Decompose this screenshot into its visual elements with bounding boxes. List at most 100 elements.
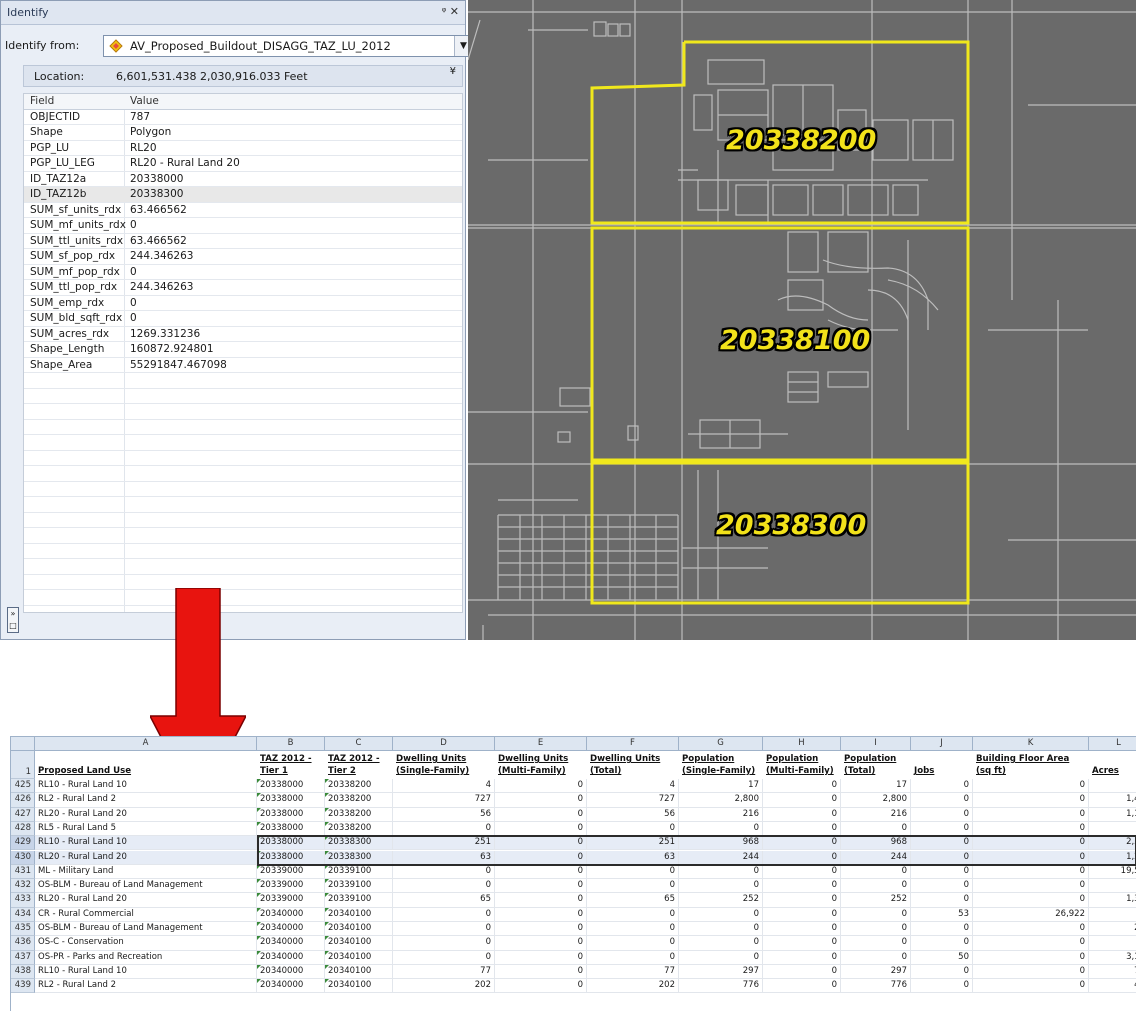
table-cell[interactable]: 20338200 — [325, 793, 393, 808]
table-cell[interactable]: 0 — [679, 922, 763, 937]
table-cell[interactable]: 0 — [495, 864, 587, 880]
column-header-e[interactable]: E — [495, 737, 587, 751]
table-cell[interactable]: 20338300 — [325, 836, 393, 851]
row-number[interactable]: 427 — [11, 807, 35, 822]
table-cell[interactable]: RL20 - Rural Land 20 — [35, 807, 257, 822]
table-cell[interactable]: OS-BLM - Bureau of Land Management — [35, 879, 257, 894]
table-cell[interactable]: 0 — [911, 893, 973, 908]
table-cell[interactable]: 0 — [841, 936, 911, 951]
attribute-row[interactable]: SUM_ttl_pop_rdx 244.346263 — [24, 280, 462, 296]
table-cell[interactable]: 0 — [841, 879, 911, 894]
table-cell[interactable]: RL2 - Rural Land 2 — [35, 979, 257, 994]
table-cell[interactable]: 0 — [495, 964, 587, 980]
table-cell[interactable]: OS-BLM - Bureau of Land Management — [35, 922, 257, 937]
table-cell[interactable]: 20340000 — [257, 936, 325, 951]
table-cell[interactable]: 0 — [495, 821, 587, 837]
table-cell[interactable] — [1089, 822, 1136, 837]
column-title-line2[interactable]: Jobs — [911, 766, 937, 777]
expand-panel-icon[interactable]: » □ — [7, 607, 19, 633]
table-cell[interactable]: 0 — [495, 807, 587, 822]
table-cell[interactable]: 56 — [393, 807, 495, 822]
table-cell[interactable]: 0 — [973, 864, 1089, 880]
table-cell[interactable]: 0 — [911, 850, 973, 865]
table-cell[interactable]: 77 — [1089, 965, 1136, 980]
table-cell[interactable]: 0 — [495, 950, 587, 965]
row-number[interactable]: 434 — [11, 907, 35, 922]
table-cell[interactable]: 20338200 — [325, 779, 393, 794]
column-title-line2[interactable]: (Single-Family) — [393, 766, 472, 777]
table-cell[interactable]: 0 — [841, 907, 911, 922]
table-cell[interactable]: 20339100 — [325, 879, 393, 894]
table-cell[interactable]: 252 — [841, 893, 911, 908]
column-header-f[interactable]: F — [587, 737, 679, 751]
table-cell[interactable]: RL10 - Rural Land 10 — [35, 836, 257, 851]
table-cell[interactable]: 297 — [841, 964, 911, 980]
table-cell[interactable]: 50 — [911, 950, 973, 965]
table-cell[interactable]: 0 — [841, 950, 911, 965]
table-cell[interactable]: 0 — [763, 850, 841, 865]
table-cell[interactable]: 0 — [495, 893, 587, 908]
table-cell[interactable]: 56 — [587, 807, 679, 822]
table-cell[interactable]: 0 — [841, 864, 911, 880]
column-title-line2[interactable]: (Total) — [841, 766, 878, 777]
table-cell[interactable]: 20340000 — [257, 950, 325, 965]
table-cell[interactable]: 0 — [587, 821, 679, 837]
row-number[interactable]: 429 — [11, 836, 35, 851]
table-cell[interactable]: OS-PR - Parks and Recreation — [35, 950, 257, 965]
table-cell[interactable]: 20340100 — [325, 922, 393, 937]
table-cell[interactable]: 0 — [679, 907, 763, 922]
column-header-c[interactable]: C — [325, 737, 393, 751]
row-number[interactable]: 430 — [11, 850, 35, 865]
column-title-line1[interactable]: Building Floor Area — [973, 754, 1072, 765]
column-title-line1[interactable]: Dwelling Units — [587, 754, 663, 765]
table-cell[interactable]: 0 — [495, 936, 587, 951]
attribute-row[interactable]: SUM_ttl_units_rdx 63.466562 — [24, 234, 462, 249]
column-title-line1[interactable]: Dwelling Units — [495, 754, 571, 765]
table-cell[interactable]: 0 — [911, 879, 973, 894]
table-cell[interactable]: 4 — [587, 779, 679, 794]
attribute-row[interactable]: ID_TAZ12a 20338000 — [24, 172, 462, 187]
table-cell[interactable]: 0 — [393, 907, 495, 922]
collapse-icon[interactable]: ¥ — [450, 66, 456, 77]
column-header-a[interactable]: A — [35, 737, 257, 751]
table-cell[interactable]: 0 — [393, 879, 495, 894]
table-cell[interactable]: 0 — [587, 864, 679, 880]
table-cell[interactable]: 20340100 — [325, 936, 393, 951]
table-cell[interactable]: 20338200 — [325, 821, 393, 837]
table-cell[interactable]: 0 — [679, 864, 763, 880]
table-cell[interactable]: 20339000 — [257, 864, 325, 880]
table-cell[interactable]: 0 — [973, 950, 1089, 965]
table-cell[interactable]: 0 — [495, 922, 587, 937]
table-cell[interactable]: 0 — [973, 850, 1089, 865]
table-cell[interactable]: 20339100 — [325, 893, 393, 908]
row-number[interactable]: 426 — [11, 793, 35, 808]
table-cell[interactable]: 0 — [393, 821, 495, 837]
table-cell[interactable]: 20338200 — [325, 807, 393, 822]
row-number[interactable]: 1 — [11, 751, 35, 779]
column-header-k[interactable]: K — [973, 737, 1089, 751]
table-cell[interactable]: 0 — [587, 936, 679, 951]
attribute-row[interactable]: SUM_sf_units_rdx 63.466562 — [24, 203, 462, 218]
table-cell[interactable]: 20340000 — [257, 922, 325, 937]
table-cell[interactable]: 0 — [973, 793, 1089, 808]
table-cell[interactable]: 4 — [1089, 779, 1136, 794]
table-cell[interactable]: 0 — [973, 836, 1089, 851]
table-cell[interactable]: 20339000 — [257, 893, 325, 908]
row-number[interactable]: 437 — [11, 950, 35, 965]
table-cell[interactable]: 0 — [973, 936, 1089, 951]
table-cell[interactable]: 0 — [763, 950, 841, 965]
map-canvas[interactable] — [468, 0, 1136, 640]
table-cell[interactable]: 0 — [587, 950, 679, 965]
table-cell[interactable]: 2,800 — [841, 793, 911, 808]
table-cell[interactable]: 0 — [973, 979, 1089, 994]
table-cell[interactable]: 0 — [841, 821, 911, 837]
table-cell[interactable]: 20338000 — [257, 821, 325, 837]
table-cell[interactable]: 0 — [763, 907, 841, 922]
attribute-row[interactable]: OBJECTID 787 — [24, 110, 462, 125]
table-cell[interactable]: 28 — [1089, 922, 1136, 937]
table-cell[interactable]: 2,800 — [679, 793, 763, 808]
attribute-row[interactable]: PGP_LU_LEG RL20 - Rural Land 20 — [24, 156, 462, 172]
table-cell[interactable]: 77 — [587, 964, 679, 980]
spreadsheet[interactable]: A B C D E F G H I J K L 1 Proposed Land Use TAZ 2012 -… — [10, 736, 1136, 1011]
column-header-j[interactable]: J — [911, 737, 973, 751]
